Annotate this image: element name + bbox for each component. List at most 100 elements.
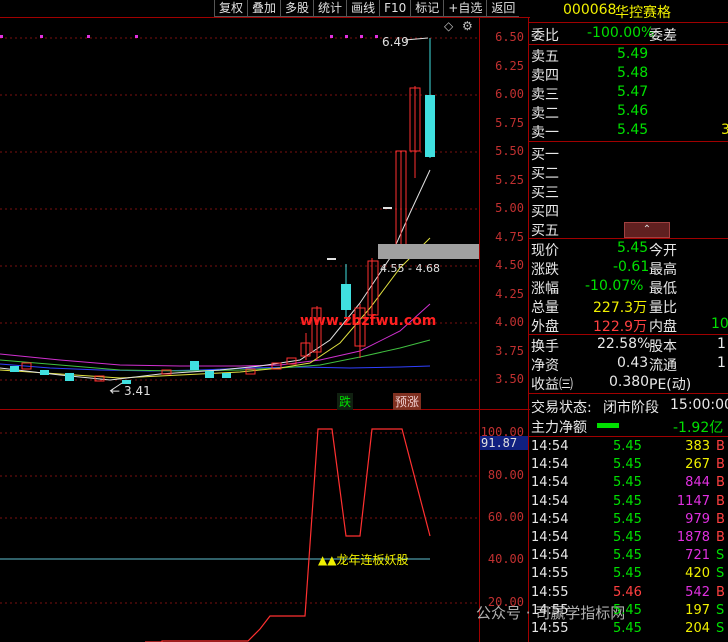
- divider: [529, 436, 728, 437]
- trade-side: B: [716, 457, 725, 473]
- indicator-tick: 80.00: [487, 468, 524, 482]
- trade-row: 14:54 5.45 1878 B: [529, 529, 728, 548]
- quote-row-price: 现价 5.45 今开: [529, 239, 728, 259]
- bid-row-4: 买四: [529, 200, 728, 220]
- ask-row-5: 卖五 5.49: [529, 45, 728, 65]
- quote-label: 外盘: [531, 319, 559, 335]
- trade-price: 5.45: [613, 530, 642, 545]
- indicator-current-value: 91.87: [480, 436, 528, 450]
- trade-status-time: 15:00:00: [670, 397, 728, 413]
- indicator-tick: 40.00: [487, 552, 524, 566]
- trade-volume: 979: [685, 511, 710, 527]
- stats-value: 1: [717, 355, 726, 371]
- indicator-chart[interactable]: [0, 411, 530, 642]
- indicator-tick: 60.00: [487, 510, 524, 524]
- order-ratio-label: 委比: [531, 28, 559, 44]
- price-tick: 4.75: [495, 230, 524, 244]
- bid-label: 买一: [531, 147, 559, 163]
- low-price-label: 3.41: [124, 384, 151, 398]
- overlay-button[interactable]: 叠加: [247, 0, 281, 17]
- trade-price: 5.46: [613, 584, 642, 600]
- main-flow-label: 主力净额: [531, 420, 587, 436]
- trade-time: 14:54: [531, 493, 569, 509]
- trade-price: 5.45: [613, 475, 642, 491]
- main-flow-bar: [597, 423, 619, 428]
- main-flow-row: 主力净额 -1.92亿: [529, 416, 728, 436]
- quote-label: 最低: [649, 281, 677, 297]
- trade-time: 14:55: [531, 584, 569, 600]
- statistics-button[interactable]: 统计: [313, 0, 347, 17]
- trade-side: B: [716, 511, 725, 527]
- trade-row: 14:55 5.45 204 S: [529, 620, 728, 639]
- trade-volume: 1878: [676, 530, 710, 545]
- trade-volume: 1147: [676, 493, 710, 509]
- trade-time: 14:54: [531, 457, 569, 473]
- stats-label: 收益㈢: [531, 377, 573, 393]
- ask-row-2: 卖二 5.46: [529, 102, 728, 122]
- trade-row: 14:54 5.45 979 B: [529, 511, 728, 530]
- stats-label: 净资: [531, 358, 559, 374]
- trade-volume: 542: [685, 584, 710, 600]
- trade-status-row: 交易状态: 闭市阶段 15:00:00: [529, 396, 728, 416]
- ask-row-4: 卖四 5.48: [529, 64, 728, 84]
- stats-label: PE(动): [649, 377, 692, 393]
- trade-row: 14:55 5.45 197 S: [529, 602, 728, 621]
- candles-rising: [300, 38, 435, 360]
- settings-icon[interactable]: ⚙: [462, 19, 473, 33]
- kline-chart[interactable]: [0, 18, 530, 410]
- trade-row: 14:54 5.45 383 B: [529, 438, 728, 457]
- stats-value: 0.380: [609, 374, 650, 390]
- order-diff-label: 委差: [649, 28, 677, 44]
- bid-label: 买二: [531, 166, 559, 182]
- trade-volume: 383: [685, 439, 710, 454]
- trade-side: S: [716, 602, 725, 618]
- quote-row-pct: 涨幅 -10.07% 最低: [529, 277, 728, 297]
- multi-stock-button[interactable]: 多股: [280, 0, 314, 17]
- trade-price: 5.45: [613, 566, 642, 582]
- ask-price: 5.45: [617, 122, 649, 138]
- quote-value: -10.07%: [585, 278, 644, 294]
- trade-volume: 204: [685, 621, 710, 636]
- price-tick: 5.75: [495, 116, 524, 130]
- mark-button[interactable]: 标记: [410, 0, 444, 17]
- trade-status-label: 交易状态:: [531, 400, 592, 416]
- arrow-left-icon: ←: [110, 384, 121, 398]
- quote-panel: 000068 华控赛格 委比 -100.00% 委差 卖五 5.49 卖四 5.…: [529, 0, 728, 642]
- trade-side: S: [716, 566, 725, 582]
- collapse-toggle-icon[interactable]: ⌃: [624, 222, 670, 238]
- ask-price: 5.48: [617, 65, 649, 81]
- price-range-bar: [378, 244, 479, 259]
- add-watchlist-button[interactable]: +自选: [443, 0, 487, 17]
- stats-row-eps: 收益㈢ 0.380 PE(动): [529, 373, 728, 393]
- trade-side: S: [716, 621, 725, 636]
- trade-side: B: [716, 530, 725, 545]
- stock-name: 华控赛格: [615, 5, 671, 21]
- trade-time: 14:54: [531, 439, 569, 454]
- back-button[interactable]: 返回: [486, 0, 520, 17]
- trade-volume: 844: [685, 475, 710, 491]
- price-tick: 6.00: [495, 87, 524, 101]
- trade-time: 14:54: [531, 511, 569, 527]
- ask-volume: 3: [721, 122, 728, 138]
- stats-row-net-assets: 净资 0.43 流通 1: [529, 354, 728, 374]
- price-tick: 5.00: [495, 201, 524, 215]
- stats-value: 22.58%: [597, 336, 651, 352]
- draw-line-button[interactable]: 画线: [346, 0, 380, 17]
- bid-row-2: 买二: [529, 162, 728, 182]
- trade-price: 5.45: [613, 457, 642, 473]
- high-price-label: 6.49: [382, 35, 409, 49]
- trade-time: 14:54: [531, 548, 569, 564]
- bid-label: 买五: [531, 223, 559, 239]
- quote-value: 122.9万: [593, 319, 648, 335]
- quote-label: 现价: [531, 243, 559, 259]
- ask-row-3: 卖三 5.47: [529, 83, 728, 103]
- fuquan-button[interactable]: 复权: [214, 0, 248, 17]
- stock-header[interactable]: 000068 华控赛格: [529, 1, 728, 21]
- trade-side: S: [716, 548, 725, 564]
- chart-toolbar: 复权 叠加 多股 统计 画线 F10 标记 +自选 返回: [214, 0, 520, 17]
- stock-code: 000068: [563, 2, 617, 18]
- f10-button[interactable]: F10: [379, 0, 411, 17]
- trade-time: 14:54: [531, 530, 569, 545]
- divider: [529, 393, 728, 394]
- ask-label: 卖一: [531, 125, 559, 141]
